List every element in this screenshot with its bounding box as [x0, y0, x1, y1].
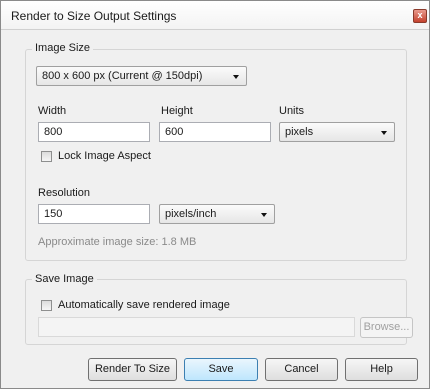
save-button[interactable]: Save	[184, 358, 258, 381]
lock-aspect-label[interactable]: Lock Image Aspect	[58, 150, 151, 162]
resolution-unit-dropdown[interactable]: pixels/inch	[159, 204, 275, 224]
width-label: Width	[38, 105, 67, 117]
auto-save-label[interactable]: Automatically save rendered image	[58, 299, 230, 311]
height-field[interactable]: 600	[159, 122, 271, 142]
size-preset-dropdown[interactable]: 800 x 600 px (Current @ 150dpi)	[36, 66, 247, 86]
auto-save-checkbox[interactable]	[41, 300, 52, 311]
dialog-window: Render to Size Output Settings x Image S…	[0, 0, 430, 389]
units-value: pixels	[285, 126, 314, 138]
help-button[interactable]: Help	[345, 358, 418, 381]
resolution-unit-value: pixels/inch	[165, 208, 217, 220]
units-label: Units	[279, 105, 305, 117]
chevron-down-icon	[233, 75, 239, 79]
resolution-field[interactable]: 150	[38, 204, 150, 224]
cancel-button[interactable]: Cancel	[265, 358, 338, 381]
save-image-group-label: Save Image	[32, 273, 97, 285]
approx-size-text: Approximate image size: 1.8 MB	[38, 236, 197, 248]
height-label: Height	[161, 105, 193, 117]
chevron-down-icon	[381, 131, 387, 135]
title-bar: Render to Size Output Settings x	[1, 1, 429, 30]
image-size-group-label: Image Size	[32, 42, 94, 54]
width-field[interactable]: 800	[38, 122, 150, 142]
lock-aspect-checkbox[interactable]	[41, 151, 52, 162]
resolution-label: Resolution	[38, 187, 90, 199]
chevron-down-icon	[261, 213, 267, 217]
close-icon[interactable]: x	[413, 9, 427, 23]
window-title: Render to Size Output Settings	[11, 9, 177, 23]
render-to-size-button[interactable]: Render To Size	[88, 358, 177, 381]
size-preset-value: 800 x 600 px (Current @ 150dpi)	[42, 70, 203, 82]
save-path-field[interactable]	[38, 317, 355, 337]
units-dropdown[interactable]: pixels	[279, 122, 395, 142]
browse-button[interactable]: Browse...	[360, 317, 413, 338]
